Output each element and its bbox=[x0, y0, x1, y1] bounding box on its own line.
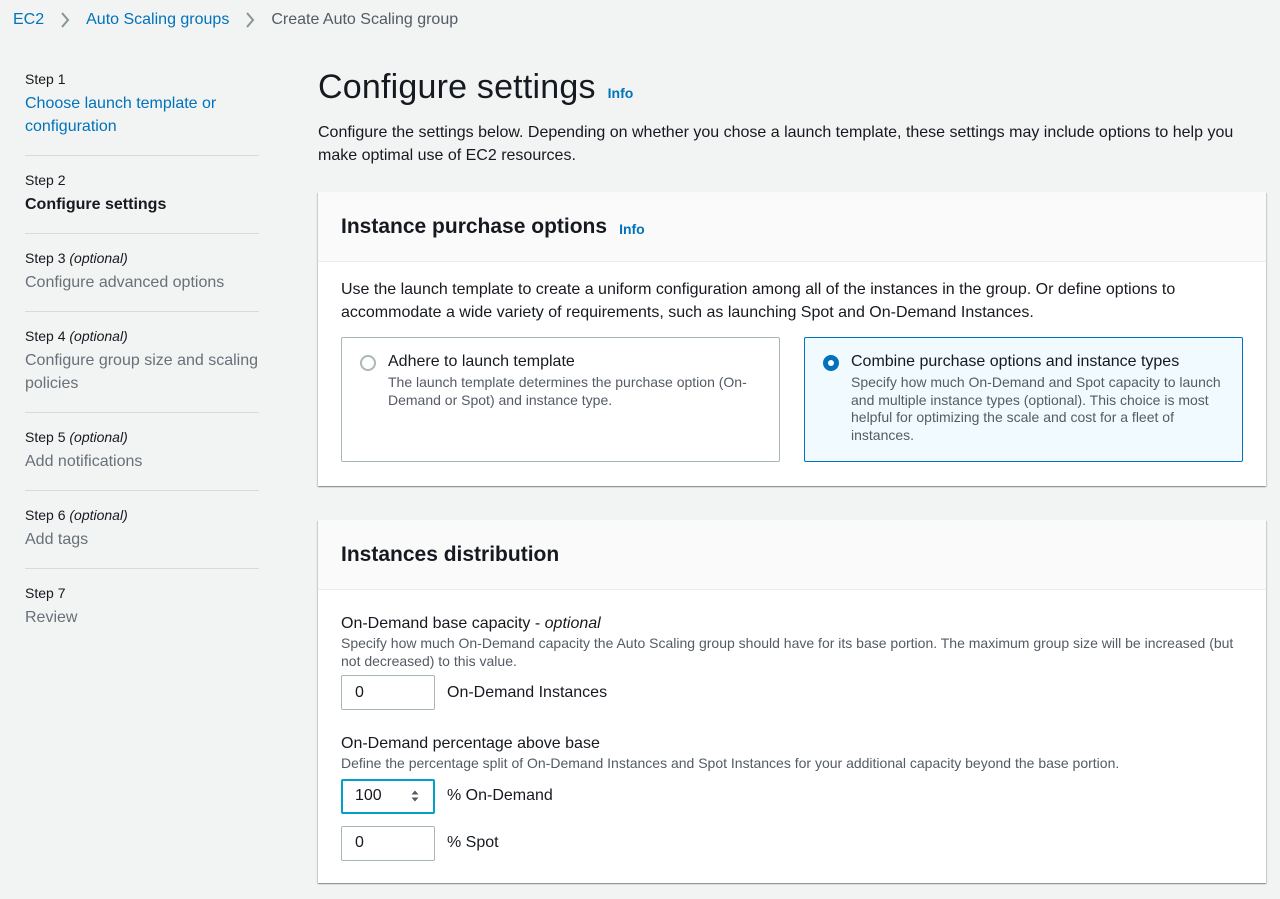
panel-title: Instance purchase options bbox=[341, 214, 608, 238]
instance-purchase-options-panel: Instance purchase options Info Use the l… bbox=[318, 192, 1266, 486]
step-title-choose-launch-template[interactable]: Choose launch template or configuration bbox=[25, 92, 259, 138]
stepper-arrows-icon[interactable] bbox=[409, 788, 421, 804]
step-6: Step 6 (optional) Add tags bbox=[25, 506, 259, 569]
step-5: Step 5 (optional) Add notifications bbox=[25, 428, 259, 491]
tile-title: Adhere to launch template bbox=[388, 353, 575, 370]
base-capacity-label: On-Demand base capacity - optional bbox=[341, 615, 601, 632]
purchase-option-tiles: Adhere to launch template The launch tem… bbox=[341, 337, 1243, 462]
step-7: Step 7 Review bbox=[25, 584, 259, 646]
step-number: Step 7 bbox=[25, 585, 66, 601]
step-number: Step 5 (optional) bbox=[25, 429, 128, 445]
step-4: Step 4 (optional) Configure group size a… bbox=[25, 327, 259, 413]
step-2: Step 2 Configure settings bbox=[25, 171, 259, 234]
tile-description: Specify how much On-Demand and Spot capa… bbox=[851, 374, 1221, 443]
step-title-review: Review bbox=[25, 609, 78, 626]
page-info-link[interactable]: Info bbox=[608, 85, 634, 101]
percentage-field: On-Demand percentage above base Define t… bbox=[341, 734, 1243, 861]
step-title-group-size: Configure group size and scaling policie… bbox=[25, 352, 259, 392]
step-number: Step 3 (optional) bbox=[25, 250, 128, 266]
base-capacity-field: On-Demand base capacity - optional Speci… bbox=[341, 614, 1243, 710]
purchase-options-info-link[interactable]: Info bbox=[619, 221, 645, 237]
tile-combine-purchase-options[interactable]: Combine purchase options and instance ty… bbox=[804, 337, 1243, 462]
step-title-tags: Add tags bbox=[25, 531, 89, 548]
wizard-steps: Step 1 Choose launch template or configu… bbox=[25, 70, 259, 661]
tile-description: The launch template determines the purch… bbox=[388, 374, 747, 408]
step-title-configure-settings: Configure settings bbox=[25, 196, 167, 213]
on-demand-percentage-suffix: % On-Demand bbox=[447, 787, 553, 804]
breadcrumb-current: Create Auto Scaling group bbox=[271, 11, 459, 28]
chevron-right-icon bbox=[229, 9, 271, 31]
radio-adhere-to-launch-template[interactable] bbox=[360, 355, 376, 371]
chevron-right-icon bbox=[44, 9, 86, 31]
instances-distribution-panel: Instances distribution On-Demand base ca… bbox=[318, 520, 1266, 883]
base-capacity-input[interactable]: 0 bbox=[341, 675, 435, 710]
breadcrumb-ec2[interactable]: EC2 bbox=[13, 11, 44, 29]
percentage-description: Define the percentage split of On-Demand… bbox=[341, 755, 1120, 771]
base-capacity-suffix: On-Demand Instances bbox=[447, 683, 608, 701]
breadcrumb: EC2 Auto Scaling groups Create Auto Scal… bbox=[13, 9, 458, 31]
tile-title: Combine purchase options and instance ty… bbox=[851, 353, 1180, 370]
purchase-options-description: Use the launch template to create a unif… bbox=[341, 281, 1176, 321]
step-title-advanced-options: Configure advanced options bbox=[25, 274, 225, 291]
step-3: Step 3 (optional) Configure advanced opt… bbox=[25, 249, 259, 312]
spot-percentage-suffix: % Spot bbox=[447, 834, 499, 851]
breadcrumb-auto-scaling-groups[interactable]: Auto Scaling groups bbox=[86, 11, 229, 29]
step-number: Step 2 bbox=[25, 172, 66, 188]
tile-adhere-to-launch-template[interactable]: Adhere to launch template The launch tem… bbox=[341, 337, 780, 462]
step-number: Step 4 (optional) bbox=[25, 328, 128, 344]
step-number: Step 6 (optional) bbox=[25, 507, 128, 523]
step-title-notifications: Add notifications bbox=[25, 453, 143, 470]
spot-percentage-input[interactable]: 0 bbox=[341, 825, 435, 861]
main-content: Configure settings Info Configure the se… bbox=[318, 68, 1266, 167]
page-title: Configure settings bbox=[318, 68, 596, 106]
step-number: Step 1 bbox=[25, 71, 66, 87]
percentage-label: On-Demand percentage above base bbox=[341, 735, 600, 752]
radio-combine-purchase-options[interactable] bbox=[823, 355, 839, 371]
panel-title: Instances distribution bbox=[341, 542, 560, 566]
base-capacity-description: Specify how much On-Demand capacity the … bbox=[341, 635, 1234, 669]
on-demand-percentage-input[interactable]: 100 bbox=[341, 778, 435, 814]
page-description: Configure the settings below. Depending … bbox=[318, 124, 1234, 164]
step-1: Step 1 Choose launch template or configu… bbox=[25, 70, 259, 156]
